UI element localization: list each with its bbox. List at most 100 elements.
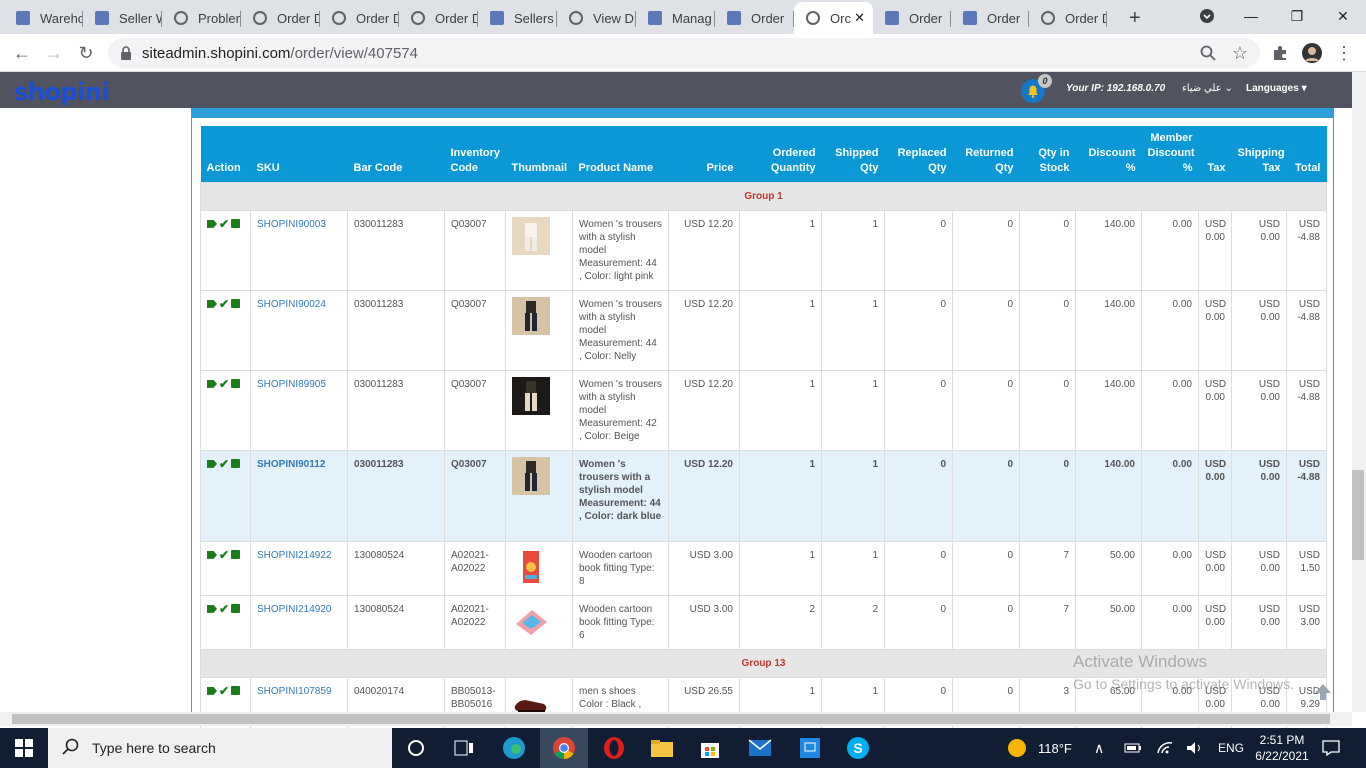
back-arrow-icon[interactable]: ←: [8, 39, 36, 67]
restore-icon[interactable]: ❐: [1274, 0, 1320, 32]
check-icon[interactable]: ✔: [219, 458, 229, 470]
table-row[interactable]: ✔ SHOPINI214922 130080524 A02021-A02022 Wood…: [200, 540, 1327, 596]
extensions-puzzle-icon[interactable]: [1266, 39, 1294, 67]
member-discount-cell: 0.00: [1141, 594, 1199, 650]
skype-icon[interactable]: S: [834, 728, 882, 768]
menu-kebab-icon[interactable]: ⋮: [1330, 39, 1358, 67]
tag-icon[interactable]: [207, 459, 217, 468]
table-row[interactable]: ✔ SHOPINI90112 030011283 Q03007 Women 's tro…: [200, 449, 1327, 542]
horizontal-scrollbar-thumb[interactable]: [12, 714, 1330, 724]
browser-tab[interactable]: Orc ✕: [794, 2, 873, 34]
wifi-icon[interactable]: [1156, 728, 1174, 768]
check-icon[interactable]: ✔: [219, 685, 229, 697]
tab-search-icon[interactable]: [1184, 0, 1230, 32]
browser-tab[interactable]: Problem: [162, 4, 241, 32]
browser-tab[interactable]: Manag: [636, 4, 715, 32]
check-icon[interactable]: ✔: [219, 298, 229, 310]
minimize-icon[interactable]: —: [1228, 0, 1274, 32]
url-field[interactable]: siteadmin.shopini.com/order/view/407574: [108, 38, 1260, 68]
replaced-qty-cell: 0: [884, 289, 953, 371]
table-row[interactable]: ✔ SHOPINI90024 030011283 Q03007 Women 's tro…: [200, 289, 1327, 371]
browser-tab[interactable]: Order: [951, 4, 1029, 32]
tag-icon[interactable]: [207, 299, 217, 308]
tax-cell: USD 0.00: [1198, 594, 1232, 650]
sku-link[interactable]: SHOPINI90112: [250, 449, 348, 542]
notification-center-icon[interactable]: [1322, 728, 1340, 768]
weather-widget[interactable]: 118°F: [1008, 728, 1072, 768]
browser-tab[interactable]: Order: [873, 4, 951, 32]
chrome-browser-icon[interactable]: [540, 728, 588, 768]
tag-icon[interactable]: [207, 219, 217, 228]
ordered-qty-cell: 1: [739, 289, 822, 371]
sku-link[interactable]: SHOPINI214920: [250, 594, 348, 650]
price-cell: USD 12.20: [668, 289, 740, 371]
sku-link[interactable]: SHOPINI90024: [250, 289, 348, 371]
sku-link[interactable]: SHOPINI90003: [250, 209, 348, 291]
check-icon[interactable]: ✔: [219, 378, 229, 390]
profile-avatar[interactable]: [1298, 39, 1326, 67]
check-icon[interactable]: ✔: [219, 218, 229, 230]
browser-tab[interactable]: Order D: [399, 4, 478, 32]
vertical-scrollbar[interactable]: [1352, 72, 1366, 712]
browser-tab[interactable]: Order: [715, 4, 794, 32]
sku-link[interactable]: SHOPINI89905: [250, 369, 348, 451]
check-icon[interactable]: ✔: [219, 549, 229, 561]
battery-icon[interactable]: [1124, 728, 1142, 768]
browser-tab[interactable]: Order D: [241, 4, 320, 32]
vertical-scrollbar-thumb[interactable]: [1352, 470, 1364, 560]
shipped-qty-cell: 1: [821, 449, 885, 542]
volume-icon[interactable]: [1186, 728, 1204, 768]
store-icon[interactable]: [686, 728, 734, 768]
square-status-icon[interactable]: [231, 379, 241, 389]
browser-tab[interactable]: Order D: [320, 4, 399, 32]
edge-browser-icon[interactable]: [490, 728, 538, 768]
taskbar-search-box[interactable]: Type here to search: [48, 728, 392, 768]
browser-tab[interactable]: Sellers: [478, 4, 557, 32]
table-row[interactable]: ✔ SHOPINI90003 030011283 Q03007 Women 's tro…: [200, 209, 1327, 291]
inventory-code-cell: Q03007: [444, 369, 506, 451]
tray-chevron-icon[interactable]: ∧: [1094, 728, 1104, 768]
file-explorer-icon[interactable]: [638, 728, 686, 768]
languages-menu[interactable]: Languages ▾: [1246, 83, 1307, 94]
user-menu[interactable]: علي ضياء ⌄: [1182, 83, 1233, 94]
new-tab-plus-icon[interactable]: +: [1117, 4, 1145, 32]
forward-arrow-icon[interactable]: →: [40, 39, 68, 67]
cortana-icon[interactable]: [392, 728, 440, 768]
tag-icon[interactable]: [207, 550, 217, 559]
table-row[interactable]: ✔ SHOPINI89905 030011283 Q03007 Women 's tro…: [200, 369, 1327, 451]
browser-tab[interactable]: View D: [557, 4, 636, 32]
bookmark-star-icon[interactable]: ☆: [1226, 39, 1254, 67]
stock-qty-cell: 0: [1019, 369, 1076, 451]
sku-link[interactable]: SHOPINI214922: [250, 540, 348, 596]
col-action: Action: [200, 126, 251, 182]
mail-icon[interactable]: [736, 728, 784, 768]
square-status-icon[interactable]: [231, 550, 241, 560]
square-status-icon[interactable]: [231, 299, 241, 309]
zoom-search-icon[interactable]: [1194, 39, 1222, 67]
reload-icon[interactable]: ↻: [72, 39, 100, 67]
scroll-to-top-icon[interactable]: [1313, 682, 1333, 702]
remote-desktop-icon[interactable]: [786, 728, 834, 768]
table-row[interactable]: ✔ SHOPINI214920 130080524 A02021-A02022 Wood…: [200, 594, 1327, 650]
product-name-cell: Women 's trousers with a stylish model M…: [572, 209, 669, 291]
browser-tab[interactable]: Order D: [1029, 4, 1107, 32]
square-status-icon[interactable]: [231, 604, 241, 614]
shopini-logo[interactable]: shopini: [14, 78, 110, 106]
close-window-icon[interactable]: ✕: [1320, 0, 1366, 32]
browser-tab[interactable]: Seller W: [83, 4, 162, 32]
tag-icon[interactable]: [207, 686, 217, 695]
square-status-icon[interactable]: [231, 686, 241, 696]
task-view-icon[interactable]: [440, 728, 488, 768]
tag-icon[interactable]: [207, 379, 217, 388]
check-icon[interactable]: ✔: [219, 603, 229, 615]
clock[interactable]: 2:51 PM 6/22/2021: [1252, 728, 1312, 768]
square-status-icon[interactable]: [231, 459, 241, 469]
discount-cell: 140.00: [1075, 289, 1142, 371]
opera-browser-icon[interactable]: [590, 728, 638, 768]
square-status-icon[interactable]: [231, 219, 241, 229]
close-tab-icon[interactable]: ✕: [854, 10, 865, 26]
browser-tab[interactable]: Wareho: [4, 4, 83, 32]
tag-icon[interactable]: [207, 604, 217, 613]
windows-start-icon[interactable]: [0, 728, 48, 768]
language-indicator[interactable]: ENG: [1218, 728, 1244, 768]
